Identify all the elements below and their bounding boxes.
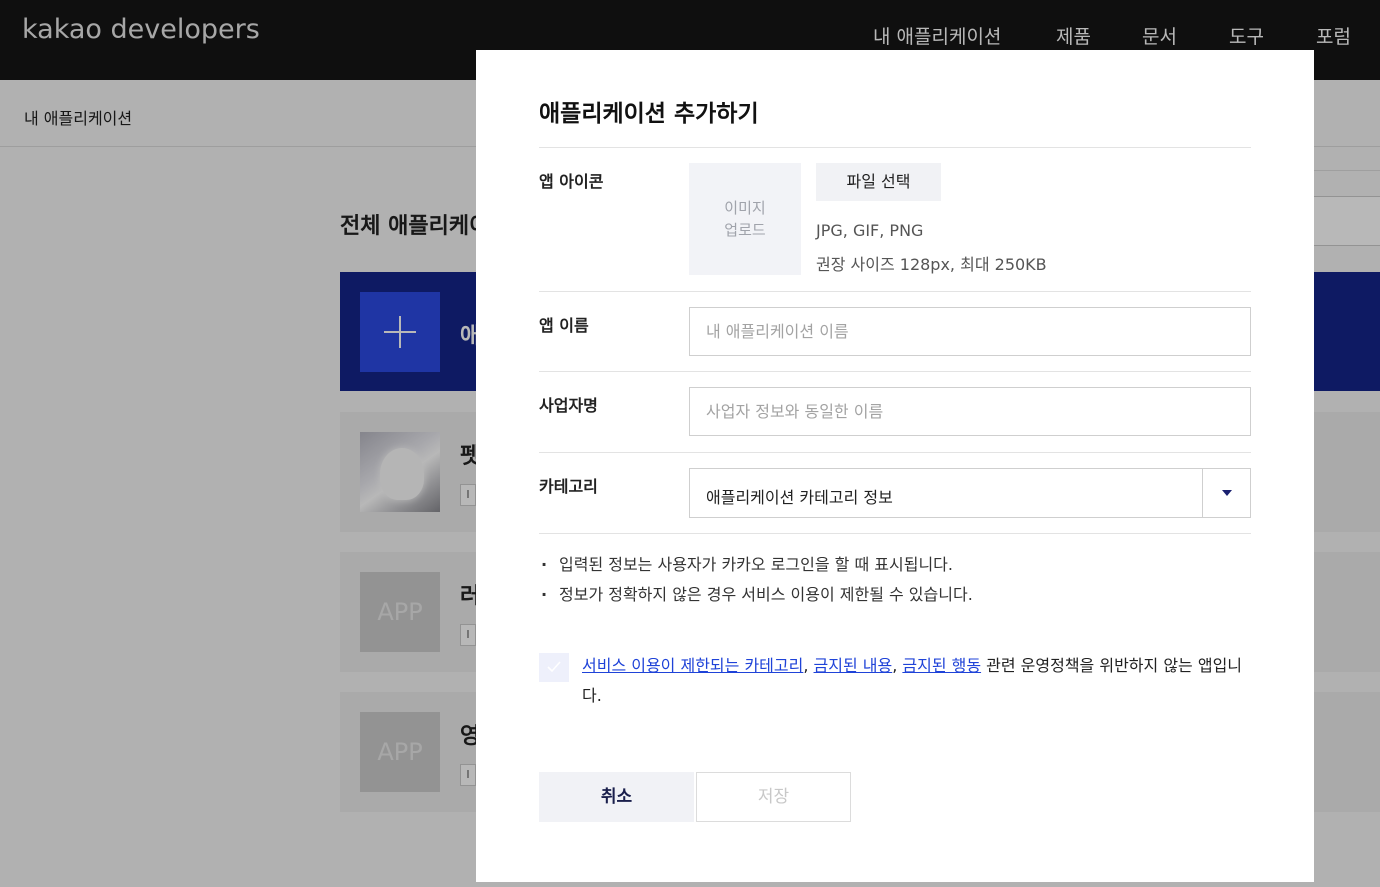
- file-format-hint: JPG, GIF, PNG: [816, 221, 924, 240]
- upload-text: 업로드: [724, 221, 766, 239]
- category-label: 카테고리: [539, 477, 598, 496]
- notice-list: 입력된 정보는 사용자가 카카오 로그인을 할 때 표시됩니다. 정보가 정확하…: [539, 550, 973, 610]
- divider: [539, 291, 1251, 292]
- business-name-label: 사업자명: [539, 396, 598, 415]
- image-upload-box[interactable]: 이미지 업로드: [689, 163, 801, 275]
- divider: [1202, 469, 1203, 517]
- divider: [539, 533, 1251, 534]
- divider: [539, 371, 1251, 372]
- app-name-label: 앱 이름: [539, 316, 589, 335]
- prohibited-behavior-link[interactable]: 금지된 행동: [902, 656, 981, 675]
- divider: [539, 147, 1251, 148]
- app-icon-label: 앱 아이콘: [539, 172, 604, 191]
- check-icon: [547, 661, 561, 673]
- divider: [539, 452, 1251, 453]
- policy-agree-checkbox[interactable]: [539, 653, 569, 682]
- chevron-down-icon[interactable]: [1222, 490, 1232, 496]
- business-name-input[interactable]: [689, 387, 1251, 436]
- save-button[interactable]: 저장: [696, 772, 851, 822]
- separator: ,: [892, 656, 903, 675]
- notice-item: 정보가 정확하지 않은 경우 서비스 이용이 제한될 수 있습니다.: [539, 580, 973, 610]
- file-select-button[interactable]: 파일 선택: [816, 163, 941, 201]
- add-application-modal: 애플리케이션 추가하기 앱 아이콘 이미지 업로드 파일 선택 JPG, GIF…: [476, 50, 1314, 882]
- upload-text: 이미지: [724, 199, 766, 217]
- modal-title: 애플리케이션 추가하기: [539, 101, 759, 127]
- policy-agree-text: 서비스 이용이 제한되는 카테고리, 금지된 내용, 금지된 행동 관련 운영정…: [582, 651, 1252, 711]
- app-name-input[interactable]: [689, 307, 1251, 356]
- category-select[interactable]: 애플리케이션 카테고리 정보: [689, 468, 1251, 518]
- separator: ,: [803, 656, 814, 675]
- cancel-button[interactable]: 취소: [539, 772, 694, 822]
- category-selected-value: 애플리케이션 카테고리 정보: [706, 488, 893, 507]
- restricted-category-link[interactable]: 서비스 이용이 제한되는 카테고리: [582, 656, 803, 675]
- prohibited-content-link[interactable]: 금지된 내용: [814, 656, 893, 675]
- file-size-hint: 권장 사이즈 128px, 최대 250KB: [816, 255, 1047, 274]
- notice-item: 입력된 정보는 사용자가 카카오 로그인을 할 때 표시됩니다.: [539, 550, 973, 580]
